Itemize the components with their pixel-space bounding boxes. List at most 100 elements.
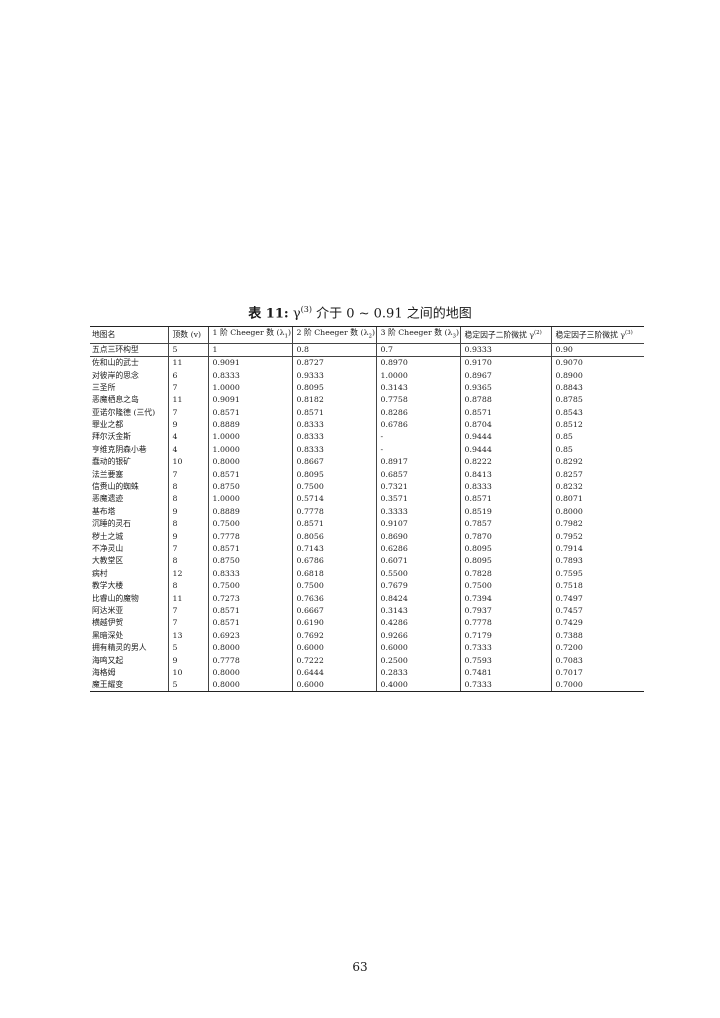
table-label: 表 11: — [248, 306, 289, 322]
data-table: 地图名 顶数 (v) 1 阶 Cheeger 数 (λ1) 2 阶 Cheeger 数… — [90, 326, 644, 693]
table-cell: 0.7429 — [550, 617, 644, 630]
table-cell: 0.6286 — [375, 542, 460, 556]
table-cell: 0.8071 — [550, 493, 644, 506]
table-cell: 0.6000 — [291, 641, 376, 655]
table-cell: 0.8519 — [459, 505, 551, 519]
table-cell: 1.0000 — [207, 381, 292, 395]
table-cell: 0.9444 — [459, 431, 551, 444]
table-cell: 8 — [167, 518, 208, 531]
column-header: 地图名 — [90, 326, 168, 344]
table-cell: 0.9091 — [207, 394, 292, 407]
table-cell: 0.7083 — [550, 654, 644, 667]
table-cell: 0.2833 — [375, 666, 460, 680]
table-cell: 亚诺尔隆德 (三代) — [92, 407, 156, 417]
table-cell: 五点三环构型 — [90, 343, 168, 357]
table-cell: - — [375, 443, 460, 457]
table-cell: 0.9266 — [375, 629, 460, 642]
table-cell: 0.8571 — [207, 468, 292, 481]
table-cell: - — [375, 431, 460, 444]
table-row: 对彼岸的思念 6 0.8333 0.9333 1.0000 0.8967 0.8900 — [90, 369, 644, 382]
table-row: 三圣所 7 1.0000 0.8095 0.3143 0.9365 0.8843 — [90, 381, 644, 395]
table-cell: 0.7937 — [459, 604, 551, 618]
table-cell: 0.8889 — [207, 418, 292, 432]
table-cell: 信赉山的蜘蛛 — [92, 482, 139, 492]
table-cell: 0.4000 — [375, 679, 460, 693]
table-row: 拜尔沃金斯 4 1.0000 0.8333-0.9444 0.85 — [90, 431, 644, 444]
column-header: 3 阶 Cheeger 数 (λ3) — [375, 326, 460, 344]
column-header-text: 地图名 — [92, 329, 116, 339]
table-cell: 魔王耀变 — [90, 679, 168, 693]
table-cell: 0.6190 — [291, 617, 376, 630]
table-cell: 8 — [167, 493, 208, 506]
column-header-text: 1 阶 Cheeger 数 (λ — [212, 328, 285, 337]
table-cell: 0.8900 — [550, 369, 644, 382]
table-body: 五点三环构型 5 1 0.8 0.7 0.9333 0.90 佐和山的武士 11 0.9091 0.… — [90, 343, 644, 693]
table-cell: 0.7497 — [550, 592, 644, 605]
table-cell: 0.5714 — [291, 493, 376, 506]
table-cell: 0.7595 — [550, 567, 644, 580]
table-cell: 7 — [167, 381, 208, 395]
table-cell: 0.2500 — [375, 654, 460, 667]
table-cell: 0.85 — [550, 431, 644, 444]
table-cell: 不净灵山 — [92, 543, 124, 553]
table-cell: 0.8286 — [375, 406, 460, 419]
table-cell: 0.6667 — [291, 604, 376, 618]
table-cell: 0.7321 — [375, 480, 460, 494]
table-cell: 10 — [167, 666, 208, 680]
table-cell: 1.0000 — [207, 443, 292, 457]
table-cell: 0.9091 — [207, 356, 292, 370]
table-cell: 0.7914 — [550, 542, 644, 556]
table-cell: 0.9170 — [459, 356, 551, 370]
table-cell: 0.6786 — [375, 418, 460, 432]
table-cell: 0.8667 — [291, 456, 376, 469]
table-cell: 恶魔遗迹 — [92, 494, 124, 504]
table-cell: 0.7518 — [550, 579, 644, 593]
table-cell: 0.8000 — [207, 641, 292, 655]
column-header-text: 顶数 (v) — [172, 329, 202, 339]
table-cell: 7 — [167, 406, 208, 419]
column-header-tail: ) — [288, 328, 292, 337]
table-row: 亚诺尔隆德 (三代) 7 0.8571 0.8571 0.8286 0.8571 0.854… — [90, 406, 644, 419]
table-cell: 0.4286 — [375, 617, 460, 630]
table-row: 蠢动的银矿 10 0.8000 0.8667 0.8917 0.8222 0.8292 — [90, 456, 644, 469]
table-cell: 0.8056 — [291, 530, 376, 543]
table-cell: 0.8424 — [375, 592, 460, 605]
table-cell: 9 — [167, 654, 208, 667]
table-cell: 0.7952 — [550, 530, 644, 543]
table-cell: 0.7457 — [550, 604, 644, 618]
table-cell: 0.8095 — [459, 555, 551, 568]
table-cell: 基布塔 — [92, 506, 116, 516]
table-cell: 0.7500 — [207, 579, 292, 593]
table-cell: 0.8967 — [459, 369, 551, 382]
table-cell: 蠢动的银矿 — [92, 457, 131, 467]
column-header-text: 稳定因子二阶微扰 γ — [464, 331, 535, 341]
page-number: 63 — [352, 960, 368, 974]
table-cell: 0.9333 — [291, 369, 376, 382]
column-header-tail: ) — [372, 328, 376, 337]
column-header-tail: ) — [456, 328, 460, 337]
table-cell: 0.6444 — [291, 666, 376, 680]
table-cell: 11 — [167, 394, 208, 407]
table-cell: 0.8182 — [291, 394, 376, 407]
table-cell: 0.8571 — [459, 406, 551, 419]
table-cell: 0.8690 — [375, 530, 460, 543]
table-cell: 0.8571 — [207, 542, 292, 556]
table-cell: 阿达米亚 — [92, 605, 124, 615]
table-cell: 0.7982 — [550, 518, 644, 531]
table-cell: 8 — [167, 579, 208, 593]
column-header-text: 3 阶 Cheeger 数 (λ — [380, 328, 453, 337]
table-cell: 亨维克阴森小巷 — [92, 444, 147, 454]
table-row: 教学大楼 8 0.7500 0.7500 0.7679 0.7500 0.7518 — [90, 579, 644, 593]
table-cell: 0.8889 — [207, 505, 292, 519]
table-cell: 病村 — [92, 568, 108, 578]
table-cell: 9 — [167, 418, 208, 432]
table-row: 大教堂区 8 0.8750 0.6786 0.6071 0.8095 0.7893 — [90, 555, 644, 568]
table-cell: 横越伊贺 — [92, 618, 124, 628]
table-row: 不净灵山 7 0.8571 0.7143 0.6286 0.8095 0.7914 — [90, 542, 644, 556]
table-cell: 0.6857 — [375, 468, 460, 481]
table-cell: 0.8333 — [459, 480, 551, 494]
table-cell: 7 — [167, 604, 208, 618]
table-cell: 0.8000 — [550, 505, 644, 519]
table-cell: 0.7000 — [550, 679, 644, 693]
table-cell: 0.8333 — [291, 443, 376, 457]
